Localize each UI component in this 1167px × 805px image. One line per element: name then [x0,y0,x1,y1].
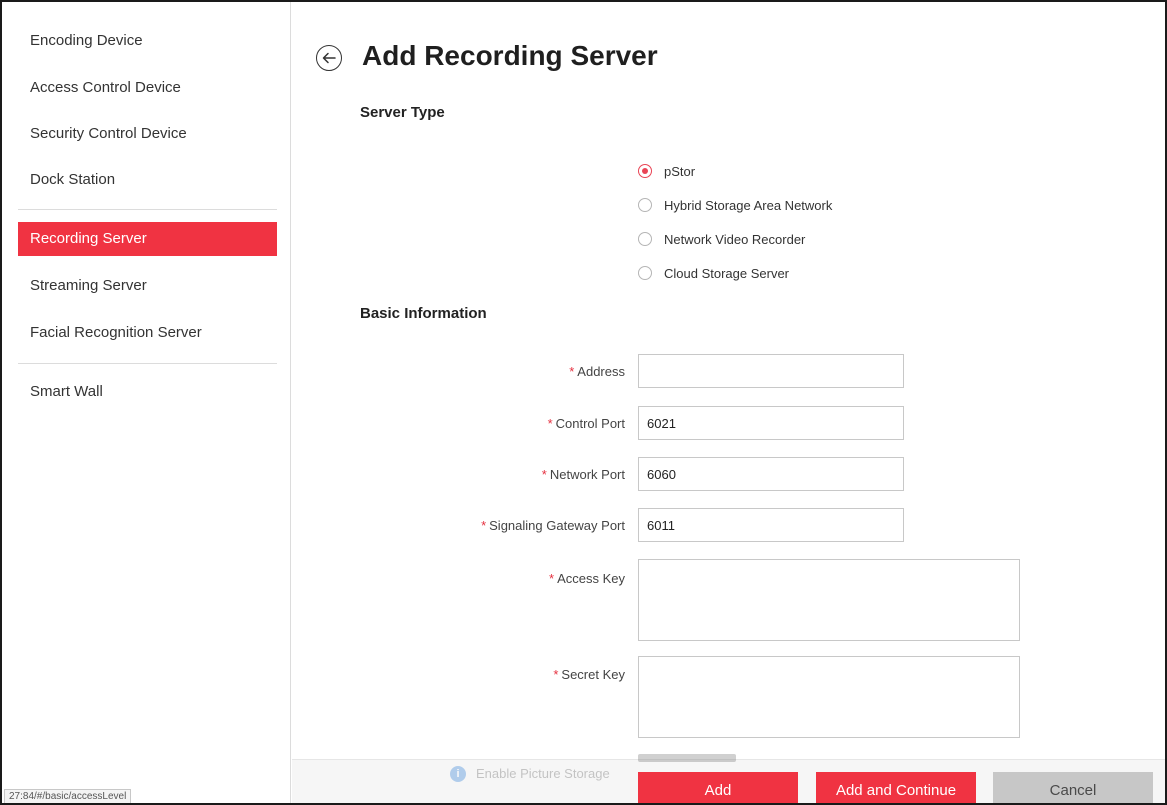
sidebar-item-dock-station[interactable]: Dock Station [18,163,277,197]
add-and-continue-button[interactable]: Add and Continue [816,772,976,803]
enable-picture-storage-label: Enable Picture Storage [476,766,610,781]
required-mark: * [547,416,553,431]
sidebar-item-streaming-server[interactable]: Streaming Server [18,269,277,303]
sidebar-item-access-control-device[interactable]: Access Control Device [18,71,277,105]
access-key-label: * Access Key [549,571,625,586]
radio-network-video-recorder[interactable]: Network Video Recorder [638,228,805,250]
control-port-label: * Control Port [547,416,625,431]
back-button[interactable] [316,45,342,71]
sidebar-divider [18,363,277,364]
radio-label: pStor [664,163,696,179]
required-mark: * [549,571,555,586]
cancel-button[interactable]: Cancel [993,772,1153,803]
radio-cloud-storage-server[interactable]: Cloud Storage Server [638,262,789,284]
radio-pstor[interactable]: pStor [638,160,695,182]
add-button[interactable]: Add [638,772,798,803]
radio-button[interactable] [638,198,652,212]
signaling-gateway-port-label: * Signaling Gateway Port [481,518,625,533]
server-type-title: Server Type [360,104,445,121]
address-input[interactable] [638,354,904,388]
info-icon: i [450,766,466,782]
radio-hybrid-storage-area-network[interactable]: Hybrid Storage Area Network [638,194,832,216]
control-port-input[interactable] [638,406,904,440]
picture-storage-toggle[interactable] [638,754,736,762]
radio-button-checked[interactable] [638,164,652,178]
network-port-label: * Network Port [541,467,625,482]
radio-label: Network Video Recorder [664,231,806,247]
sidebar-divider [18,209,277,210]
sidebar: Encoding Device Access Control Device Se… [2,2,291,803]
access-key-textarea[interactable] [638,559,1020,641]
radio-button[interactable] [638,232,652,246]
required-mark: * [553,667,559,682]
sidebar-item-recording-server[interactable]: Recording Server [18,222,277,256]
required-mark: * [481,518,487,533]
sidebar-item-security-control-device[interactable]: Security Control Device [18,117,277,151]
basic-information-title: Basic Information [360,305,487,322]
sidebar-item-encoding-device[interactable]: Encoding Device [18,24,277,58]
main-content: Add Recording Server Server Type pStor H… [292,2,1165,803]
status-url: 27:84/#/basic/accessLevel [4,789,132,803]
secret-key-label: * Secret Key [553,667,625,682]
signaling-gateway-port-input[interactable] [638,508,904,542]
address-label: * Address [569,364,625,379]
radio-label: Hybrid Storage Area Network [664,197,833,213]
action-bar: i Enable Picture Storage Add Add and Con… [292,754,1165,803]
page-title: Add Recording Server [362,40,658,71]
radio-label: Cloud Storage Server [664,265,790,281]
network-port-input[interactable] [638,457,904,491]
required-mark: * [541,467,547,482]
app-window: Encoding Device Access Control Device Se… [0,0,1167,805]
arrow-left-circle-icon [322,52,336,64]
sidebar-item-facial-recognition-server[interactable]: Facial Recognition Server [18,316,277,350]
secret-key-textarea[interactable] [638,656,1020,738]
required-mark: * [569,364,575,379]
radio-button[interactable] [638,266,652,280]
sidebar-item-smart-wall[interactable]: Smart Wall [18,375,277,409]
